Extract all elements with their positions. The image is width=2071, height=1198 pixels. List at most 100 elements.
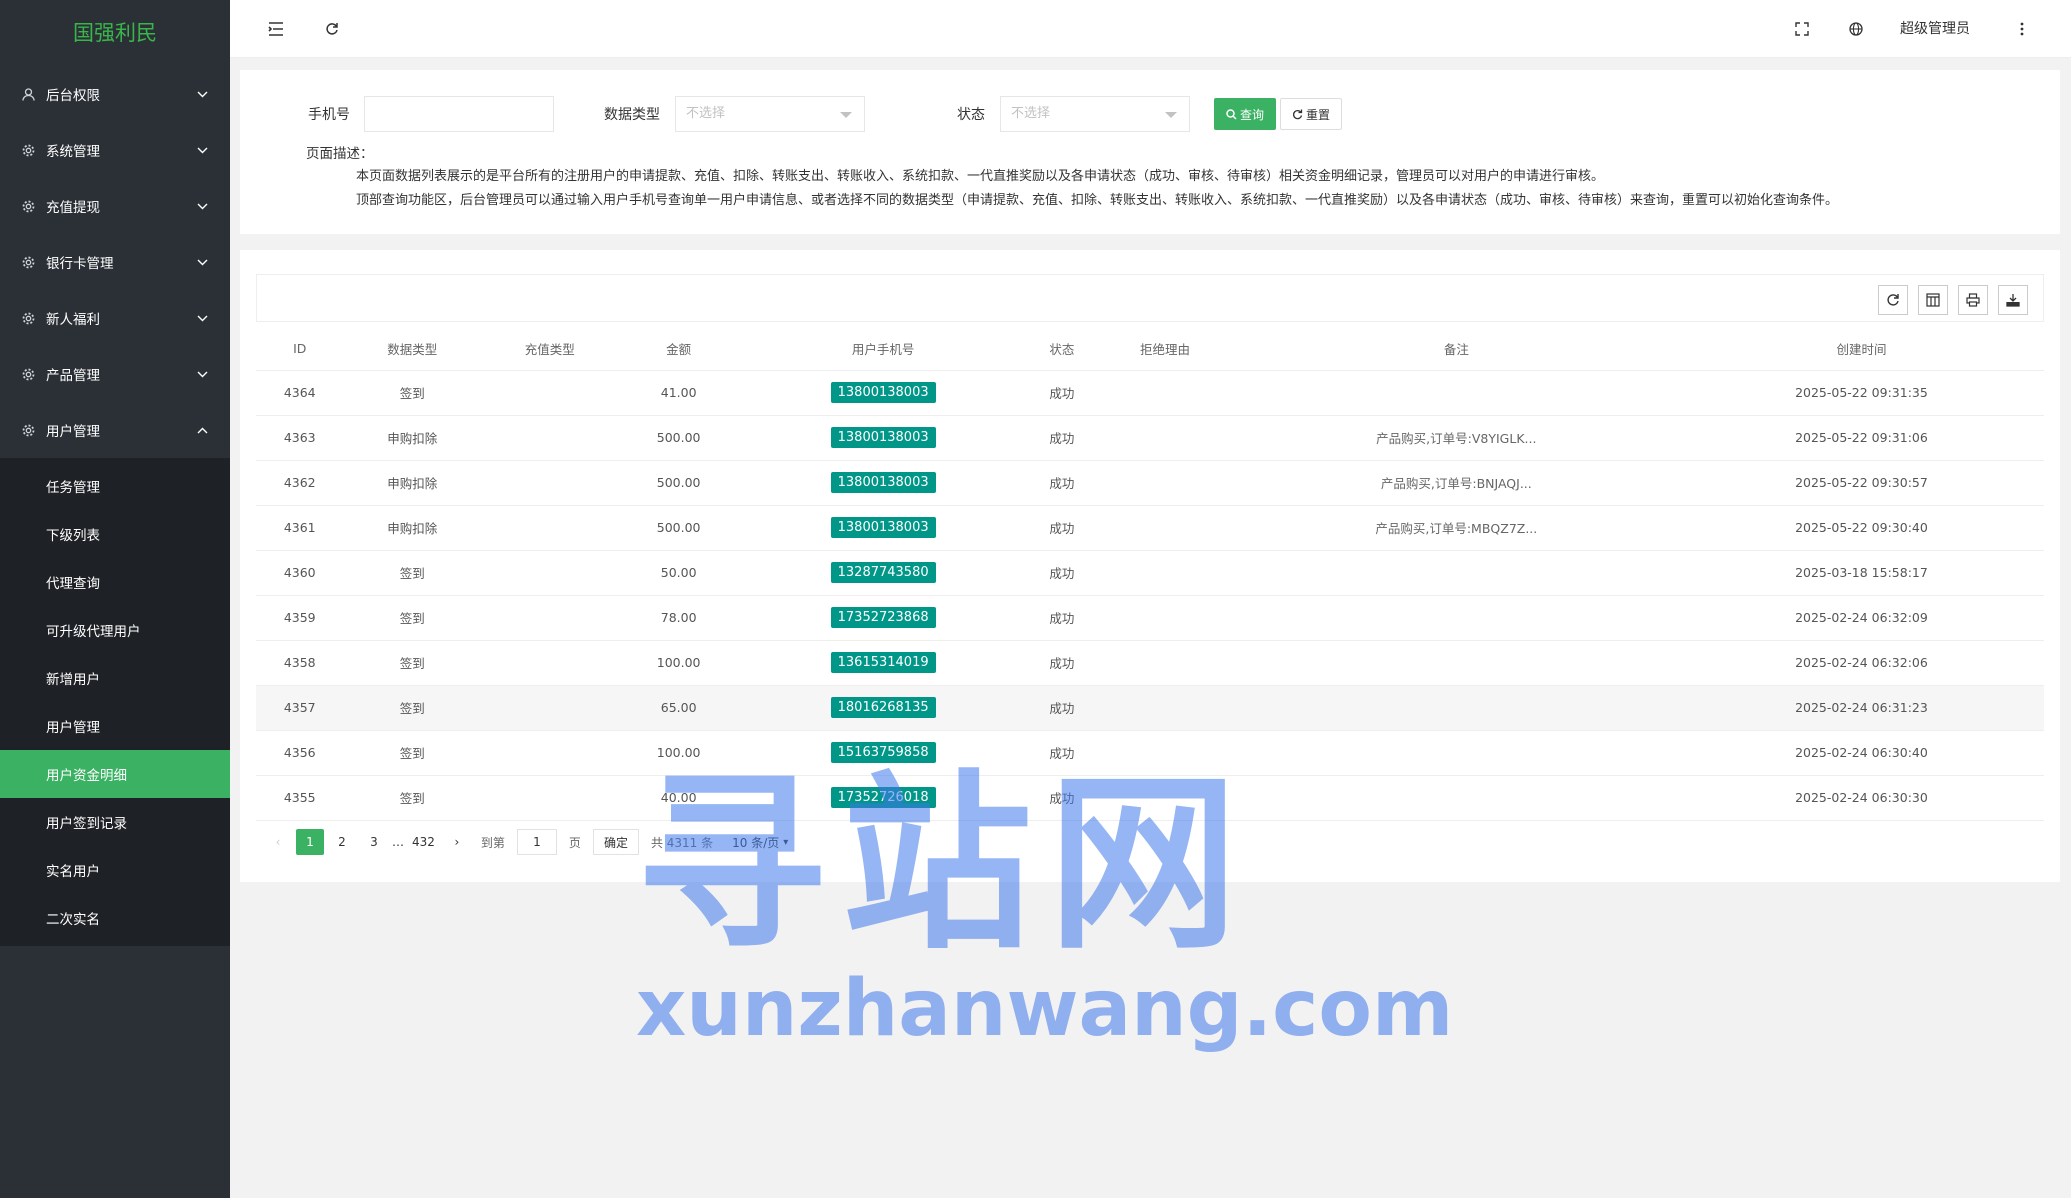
table-row[interactable]: 4361 申购扣除 500.00 13800138003 成功 产品购买,订单号:MBQZ…	[256, 505, 2044, 551]
cell-type: 申购扣除	[343, 505, 481, 551]
app-logo: 国强利民	[0, 0, 230, 66]
cell-remark	[1233, 370, 1679, 416]
cell-type: 签到	[343, 685, 481, 731]
table-row[interactable]: 4360 签到 50.00 13287743580 成功 2025-03-18 15:58…	[256, 550, 2044, 596]
submenu-item-9[interactable]: 二次实名	[0, 894, 230, 942]
submenu-item-0[interactable]: 任务管理	[0, 462, 230, 510]
cell-amount: 500.00	[618, 505, 739, 551]
sidebar-item-4[interactable]: 新人福利	[0, 290, 230, 346]
table-row[interactable]: 4358 签到 100.00 13615314019 成功 2025-02-24 06:3…	[256, 640, 2044, 686]
phone-badge: 17352723868	[830, 607, 936, 628]
submenu-item-3[interactable]: 可升级代理用户	[0, 606, 230, 654]
next-page-icon[interactable]: ›	[443, 829, 471, 855]
table-row[interactable]: 4363 申购扣除 500.00 13800138003 成功 产品购买,订单号:V8YI…	[256, 415, 2044, 461]
phone-badge: 13615314019	[830, 652, 936, 673]
status-select[interactable]: 不选择	[1000, 96, 1190, 132]
table-row[interactable]: 4357 签到 65.00 18016268135 成功 2025-02-24 06:31…	[256, 685, 2044, 731]
refresh-icon[interactable]	[318, 15, 346, 43]
column-header: 用户手机号	[738, 328, 1028, 371]
sidebar-item-0[interactable]: 后台权限	[0, 66, 230, 122]
cell-type: 签到	[343, 550, 481, 596]
cell-reason	[1096, 460, 1234, 506]
phone-input[interactable]	[364, 96, 554, 132]
cell-id: 4360	[256, 550, 344, 596]
cell-type: 申购扣除	[343, 415, 481, 461]
sidebar-item-5[interactable]: 产品管理	[0, 346, 230, 402]
reset-button[interactable]: 重置	[1280, 98, 1342, 130]
cell-status: 成功	[1027, 550, 1097, 596]
fund-detail-table: ID 数据类型 充值类型 金额 用户手机号 状态 拒绝理由 备注 创建时间 4364 签到 41.0…	[256, 328, 2044, 821]
cell-remark	[1233, 775, 1679, 821]
prev-page-icon[interactable]: ‹	[264, 829, 292, 855]
chevron-down-icon	[194, 86, 210, 102]
cell-phone: 13287743580	[738, 550, 1028, 596]
cell-reason	[1096, 685, 1234, 731]
cell-recharge_type	[480, 595, 619, 641]
sidebar-item-label: 产品管理	[46, 368, 100, 384]
cell-remark: 产品购买,订单号:MBQZ7Z...	[1233, 505, 1679, 551]
submenu-item-7[interactable]: 用户签到记录	[0, 798, 230, 846]
page-button[interactable]: 2	[328, 829, 356, 855]
column-header: 数据类型	[343, 328, 481, 371]
cell-phone: 13615314019	[738, 640, 1028, 686]
cell-remark	[1233, 640, 1679, 686]
submenu-item-8[interactable]: 实名用户	[0, 846, 230, 894]
page-button[interactable]: 3	[360, 829, 388, 855]
sidebar-item-6[interactable]: 用户管理	[0, 402, 230, 458]
sidebar-item-2[interactable]: 充值提现	[0, 178, 230, 234]
data-type-label: 数据类型	[604, 107, 660, 123]
globe-icon[interactable]	[1842, 15, 1870, 43]
export-icon[interactable]	[1998, 285, 2028, 315]
submenu-item-6[interactable]: 用户资金明细	[0, 750, 230, 798]
cell-id: 4361	[256, 505, 344, 551]
cell-remark: 产品购买,订单号:V8YIGLK...	[1233, 415, 1679, 461]
table-row[interactable]: 4364 签到 41.00 13800138003 成功 2025-05-22 09:31…	[256, 370, 2044, 416]
cell-reason	[1096, 370, 1234, 416]
menu-toggle-icon[interactable]	[262, 15, 290, 43]
submenu-item-4[interactable]: 新增用户	[0, 654, 230, 702]
cell-phone: 13800138003	[738, 415, 1028, 461]
submenu-item-1[interactable]: 下级列表	[0, 510, 230, 558]
more-vertical-icon[interactable]	[2008, 15, 2036, 43]
page-button[interactable]: 432	[408, 829, 439, 855]
data-type-placeholder: 不选择	[686, 106, 726, 121]
cell-amount: 41.00	[618, 370, 739, 416]
cell-remark	[1233, 595, 1679, 641]
page-button[interactable]: 1	[296, 829, 324, 855]
cell-amount: 100.00	[618, 640, 739, 686]
cell-status: 成功	[1027, 415, 1097, 461]
submenu-item-2[interactable]: 代理查询	[0, 558, 230, 606]
cell-recharge_type	[480, 460, 619, 506]
chevron-down-icon	[194, 142, 210, 158]
cell-id: 4363	[256, 415, 344, 461]
search-button[interactable]: 查询	[1214, 98, 1276, 130]
caret-down-icon	[1165, 112, 1177, 118]
cell-status: 成功	[1027, 595, 1097, 641]
table-refresh-icon[interactable]	[1878, 285, 1908, 315]
cell-time: 2025-05-22 09:31:35	[1678, 370, 2044, 416]
table-body: 4364 签到 41.00 13800138003 成功 2025-05-22 09:31…	[256, 370, 2044, 821]
goto-page-input[interactable]: 1	[516, 829, 557, 855]
sidebar-item-label: 用户管理	[46, 424, 100, 440]
columns-filter-icon[interactable]	[1918, 285, 1948, 315]
submenu-item-5[interactable]: 用户管理	[0, 702, 230, 750]
cell-reason	[1096, 505, 1234, 551]
cell-time: 2025-05-22 09:31:06	[1678, 415, 2044, 461]
table-row[interactable]: 4362 申购扣除 500.00 13800138003 成功 产品购买,订单号:BNJA…	[256, 460, 2044, 506]
sidebar-item-1[interactable]: 系统管理	[0, 122, 230, 178]
sidebar-item-3[interactable]: 银行卡管理	[0, 234, 230, 290]
cell-remark	[1233, 730, 1679, 776]
page-ellipsis: …	[392, 835, 404, 849]
table-row[interactable]: 4359 签到 78.00 17352723868 成功 2025-02-24 06:32…	[256, 595, 2044, 641]
cell-amount: 65.00	[618, 685, 739, 731]
column-header: 创建时间	[1678, 328, 2044, 371]
cell-type: 签到	[343, 595, 481, 641]
gear-icon	[20, 422, 36, 438]
data-type-select[interactable]: 不选择	[675, 96, 865, 132]
chevron-down-icon	[194, 198, 210, 214]
print-icon[interactable]	[1958, 285, 1988, 315]
goto-confirm-button[interactable]: 确定	[592, 829, 639, 855]
fullscreen-icon[interactable]	[1788, 15, 1816, 43]
admin-user-menu[interactable]: 超级管理员	[1900, 18, 1970, 38]
cell-recharge_type	[480, 505, 619, 551]
